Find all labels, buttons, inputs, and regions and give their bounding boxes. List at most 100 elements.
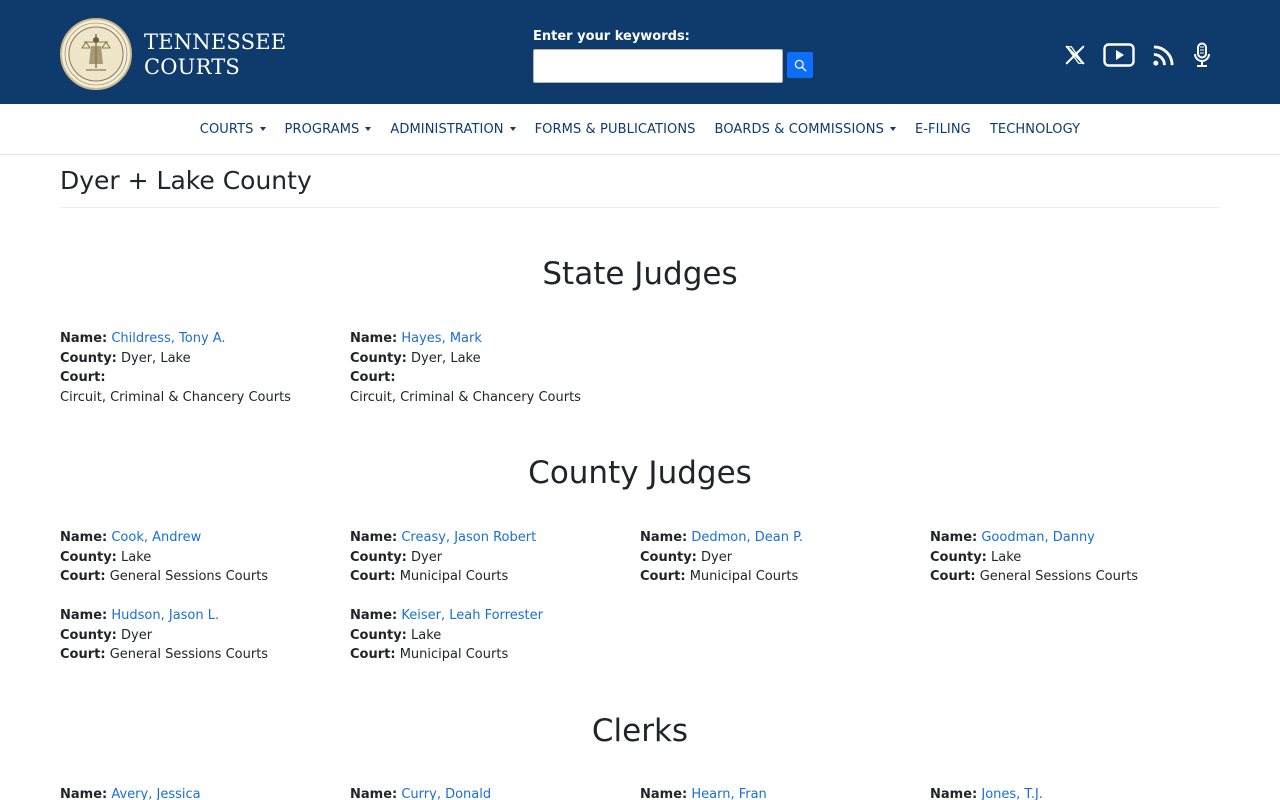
judge-name-link[interactable]: Hudson, Jason L. — [111, 608, 219, 623]
judge-card: Name: Cook, Andrew County: Lake Court: G… — [60, 528, 340, 587]
court-value: General Sessions Courts — [109, 569, 269, 584]
name-label: Name: — [350, 530, 398, 545]
nav-label: E-FILING — [914, 121, 971, 137]
clerk-name-link[interactable]: Hearn, Fran — [691, 787, 766, 800]
judge-name-link[interactable]: Creasy, Jason Robert — [401, 530, 536, 545]
judge-name-link[interactable]: Cook, Andrew — [111, 530, 201, 545]
brand-line-1: TENNESSEE — [144, 30, 287, 54]
nav-administration[interactable]: ADMINISTRATION — [381, 122, 525, 137]
court-label: Court: — [350, 647, 396, 662]
county-label: County: — [350, 549, 407, 565]
name-label: Name: — [640, 530, 688, 545]
caret-down-icon — [509, 127, 516, 131]
court-label: Court: — [930, 569, 976, 584]
nav-courts[interactable]: COURTS — [190, 122, 275, 137]
section-heading-county-judges: County Judges — [528, 455, 752, 491]
county-value: Lake — [121, 549, 152, 565]
judge-card: Name: Hayes, Mark County: Dyer, Lake Cou… — [350, 329, 630, 407]
nav-label: PROGRAMS — [284, 121, 360, 137]
county-value: Lake — [991, 549, 1022, 565]
name-label: Name: — [350, 608, 398, 623]
name-label: Name: — [640, 787, 688, 800]
search-label: Enter your keywords: — [533, 29, 690, 44]
court-value: General Sessions Courts — [109, 647, 269, 662]
nav-technology[interactable]: TECHNOLOGY — [980, 122, 1089, 137]
county-value: Dyer, Lake — [121, 350, 191, 366]
court-label: Court: — [60, 370, 106, 385]
caret-down-icon — [365, 127, 372, 131]
county-value: Dyer — [411, 549, 443, 565]
court-value: Municipal Courts — [399, 569, 509, 584]
search-icon — [794, 59, 807, 72]
court-label: Court: — [640, 569, 686, 584]
county-value: Dyer — [121, 627, 153, 643]
court-label: Court: — [60, 647, 106, 662]
county-value: Dyer, Lake — [411, 350, 481, 366]
nav-e-filing[interactable]: E-FILING — [905, 122, 980, 137]
name-label: Name: — [930, 530, 978, 545]
judge-card: Name: Hudson, Jason L. County: Dyer Cour… — [60, 606, 340, 665]
youtube-icon[interactable] — [1102, 40, 1136, 70]
section-heading-clerks: Clerks — [591, 713, 689, 749]
nav-label: FORMS & PUBLICATIONS — [534, 121, 696, 137]
county-label: County: — [60, 627, 117, 643]
court-value: Municipal Courts — [689, 569, 799, 584]
judge-name-link[interactable]: Childress, Tony A. — [111, 331, 225, 346]
court-value: General Sessions Courts — [979, 569, 1139, 584]
judge-name-link[interactable]: Keiser, Leah Forrester — [401, 608, 543, 623]
section-heading-state-judges: State Judges — [542, 256, 738, 292]
nav-programs[interactable]: PROGRAMS — [275, 122, 381, 137]
name-label: Name: — [350, 787, 398, 800]
judge-card: Name: Dedmon, Dean P. County: Dyer Court… — [640, 528, 920, 587]
county-label: County: — [350, 350, 407, 366]
name-label: Name: — [60, 608, 108, 623]
judge-name-link[interactable]: Dedmon, Dean P. — [691, 530, 803, 545]
x-icon[interactable] — [1062, 40, 1088, 70]
page-title: Dyer + Lake County — [60, 166, 312, 195]
county-label: County: — [640, 549, 697, 565]
judge-name-link[interactable]: Goodman, Danny — [981, 530, 1095, 545]
nav-forms-publications[interactable]: FORMS & PUBLICATIONS — [525, 122, 705, 137]
main-nav: COURTS PROGRAMS ADMINISTRATION FORMS & P… — [0, 104, 1280, 155]
podcast-microphone-icon[interactable] — [1190, 40, 1214, 70]
county-label: County: — [60, 549, 117, 565]
nav-label: TECHNOLOGY — [989, 121, 1081, 137]
county-value: Dyer — [701, 549, 733, 565]
title-divider — [60, 207, 1220, 208]
clerk-name-link[interactable]: Jones, T.J. — [981, 787, 1043, 800]
judge-name-link[interactable]: Hayes, Mark — [401, 331, 482, 346]
judge-card: Name: Childress, Tony A. County: Dyer, L… — [60, 329, 340, 407]
nav-label: ADMINISTRATION — [390, 121, 504, 137]
judge-card: Name: Goodman, Danny County: Lake Court:… — [930, 528, 1210, 587]
court-label: Court: — [350, 370, 396, 385]
name-label: Name: — [930, 787, 978, 800]
name-label: Name: — [60, 331, 108, 346]
site-header: TENNESSEE COURTS Enter your keywords: — [0, 0, 1280, 104]
rss-icon[interactable] — [1150, 40, 1176, 70]
clerk-name-link[interactable]: Curry, Donald — [401, 787, 491, 800]
caret-down-icon — [889, 127, 896, 131]
court-label: Court: — [60, 569, 106, 584]
county-value: Lake — [411, 627, 442, 643]
search-button[interactable] — [787, 52, 813, 78]
brand-line-2: COURTS — [144, 55, 241, 79]
court-value: Circuit, Criminal & Chancery Courts — [60, 389, 291, 405]
search-input[interactable] — [533, 49, 783, 83]
site-brand[interactable]: TENNESSEE COURTS — [144, 30, 286, 80]
nav-label: BOARDS & COMMISSIONS — [714, 121, 884, 137]
court-value: Circuit, Criminal & Chancery Courts — [350, 389, 581, 405]
name-label: Name: — [350, 331, 398, 346]
nav-boards-commissions[interactable]: BOARDS & COMMISSIONS — [705, 122, 905, 137]
clerk-card: Name: Hearn, Fran — [640, 785, 920, 800]
caret-down-icon — [259, 127, 266, 131]
name-label: Name: — [60, 787, 108, 800]
county-label: County: — [930, 549, 987, 565]
court-value: Municipal Courts — [399, 647, 509, 662]
clerk-card: Name: Avery, Jessica — [60, 785, 340, 800]
clerk-card: Name: Curry, Donald — [350, 785, 630, 800]
court-label: Court: — [350, 569, 396, 584]
county-label: County: — [350, 627, 407, 643]
judge-card: Name: Creasy, Jason Robert County: Dyer … — [350, 528, 630, 587]
clerk-name-link[interactable]: Avery, Jessica — [111, 787, 200, 800]
seal-icon[interactable] — [60, 18, 132, 90]
